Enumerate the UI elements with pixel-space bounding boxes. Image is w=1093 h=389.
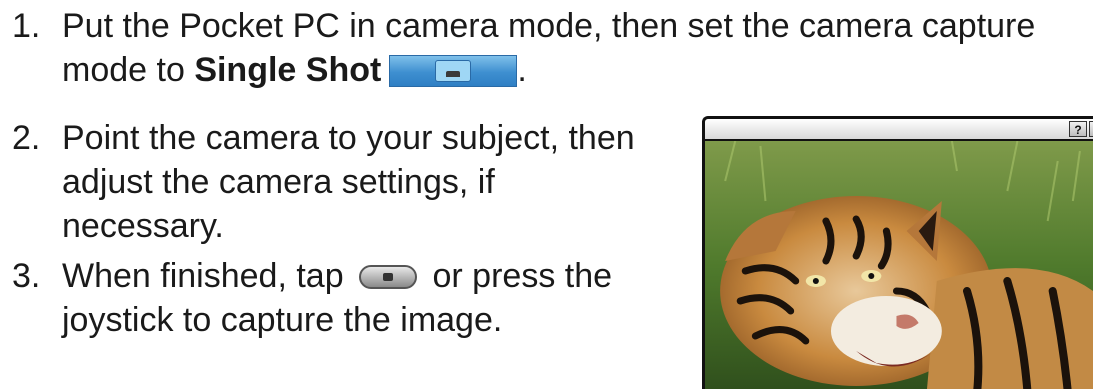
shutter-button-icon (359, 265, 418, 289)
step-3-text: When finished, tap or press the joystick… (12, 254, 652, 342)
step-3: 3. When finished, tap or press the joyst… (12, 254, 652, 342)
close-icon[interactable]: X (1089, 121, 1093, 137)
title-bar: ? X (705, 119, 1093, 141)
step-1-text: Put the Pocket PC in camera mode, then s… (12, 4, 1093, 92)
step-1-number: 1. (12, 7, 41, 45)
step-1: 1. Put the Pocket PC in camera mode, the… (12, 4, 1093, 92)
single-shot-mode-icon (389, 55, 518, 87)
step-3-text-before: When finished, tap (62, 257, 354, 295)
step-3-number: 3. (12, 257, 41, 295)
step-2-text: Point the camera to your subject, then a… (62, 119, 635, 245)
camera-preview-screen: ? X (702, 116, 1093, 389)
step-2: 2. Point the camera to your subject, the… (12, 116, 652, 248)
help-icon[interactable]: ? (1069, 121, 1087, 137)
step-1-text-after: . (517, 51, 527, 89)
step-2-number: 2. (12, 119, 41, 157)
tiger-photo (705, 141, 1093, 389)
single-shot-term: Single Shot (194, 51, 382, 89)
